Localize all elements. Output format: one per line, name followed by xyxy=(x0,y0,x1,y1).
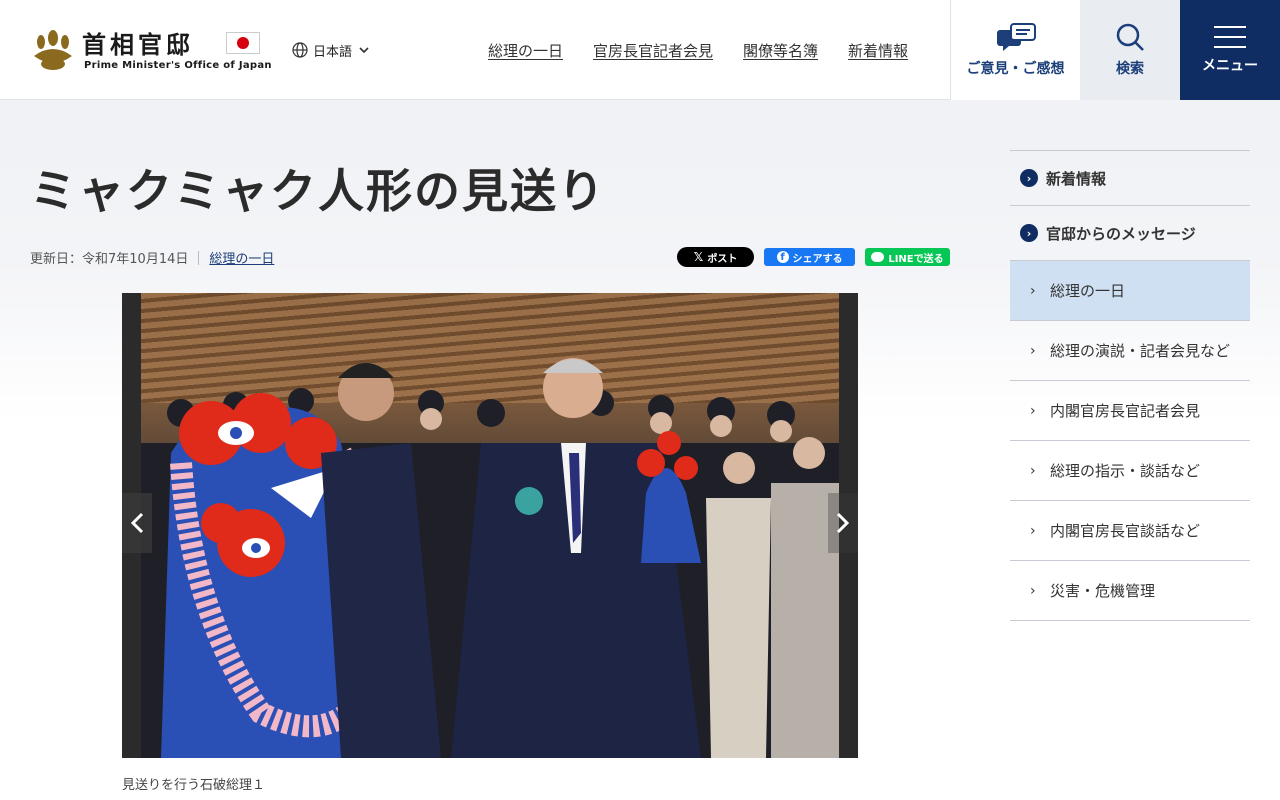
language-selector[interactable]: 日本語 xyxy=(292,40,371,60)
sidebar-item-secretary-statements[interactable]: › 内閣官房長官談話など xyxy=(1010,501,1250,561)
paulownia-emblem-icon xyxy=(34,30,72,70)
nav-link-cabinet-list[interactable]: 閣僚等名簿 xyxy=(743,40,818,61)
chevron-right-icon: › xyxy=(1030,343,1036,359)
chevron-circle-icon: › xyxy=(1020,224,1038,242)
category-link[interactable]: 総理の一日 xyxy=(209,248,274,267)
sidebar-nav: › 新着情報 › 官邸からのメッセージ › 総理の一日 › 総理の演説・記者会見… xyxy=(1010,150,1250,621)
line-icon xyxy=(871,252,885,262)
menu-label: メニュー xyxy=(1202,58,1258,74)
share-x-label: ポスト xyxy=(707,253,738,265)
hamburger-menu-icon xyxy=(1214,26,1246,48)
chevron-right-icon xyxy=(836,512,850,534)
sidebar-item-label: 官邸からのメッセージ xyxy=(1046,224,1196,243)
slider-prev-button[interactable] xyxy=(122,493,152,553)
site-logo[interactable]: 首相官邸 Prime Minister's Office of Japan xyxy=(30,28,272,72)
photo-slider xyxy=(122,293,858,758)
sidebar-item-speeches[interactable]: › 総理の演説・記者会見など xyxy=(1010,321,1250,381)
sidebar-item-label: 内閣官房長官談話など xyxy=(1050,522,1201,540)
photo-caption: 見送りを行う石破総理１ xyxy=(122,778,266,793)
chevron-right-icon: › xyxy=(1030,523,1036,539)
updated-date: 更新日：令和7年10月14日 xyxy=(30,252,189,267)
share-x-button[interactable]: 𝕏 ポスト xyxy=(677,247,754,267)
page-title: ミャクミャク人形の見送り xyxy=(30,164,606,218)
nav-link-pm-day[interactable]: 総理の一日 xyxy=(488,40,563,61)
sidebar-item-pm-day[interactable]: › 総理の一日 xyxy=(1010,261,1250,321)
sidebar-item-label: 総理の演説・記者会見など xyxy=(1050,342,1231,360)
sidebar-item-instructions[interactable]: › 総理の指示・談話など xyxy=(1010,441,1250,501)
japan-flag-icon xyxy=(226,32,260,54)
search-icon xyxy=(1116,23,1144,51)
chevron-right-icon: › xyxy=(1030,283,1036,299)
chevron-right-icon: › xyxy=(1030,463,1036,479)
share-facebook-label: シェアする xyxy=(792,253,843,265)
sidebar-item-disaster[interactable]: › 災害・危機管理 xyxy=(1010,561,1250,621)
logo-subtitle: Prime Minister's Office of Japan xyxy=(84,60,272,71)
share-line-button[interactable]: LINEで送る xyxy=(865,248,950,266)
menu-button[interactable]: メニュー xyxy=(1180,0,1280,100)
chevron-right-icon: › xyxy=(1030,403,1036,419)
chevron-circle-icon: › xyxy=(1020,169,1038,187)
sidebar-item-messages[interactable]: › 官邸からのメッセージ xyxy=(1010,206,1250,261)
feedback-button[interactable]: ご意見・ご感想 xyxy=(950,0,1080,100)
chevron-right-icon: › xyxy=(1030,583,1036,599)
sidebar-item-news[interactable]: › 新着情報 xyxy=(1010,151,1250,206)
sidebar-item-label: 総理の指示・談話など xyxy=(1050,462,1201,480)
article-meta: 更新日：令和7年10月14日 総理の一日 xyxy=(30,248,274,267)
language-label: 日本語 xyxy=(313,44,353,60)
slider-next-button[interactable] xyxy=(828,493,858,553)
search-button[interactable]: 検索 xyxy=(1080,0,1180,100)
nav-link-chief-cabinet-secretary-press[interactable]: 官房長官記者会見 xyxy=(593,40,713,61)
feedback-label: ご意見・ご感想 xyxy=(966,61,1065,77)
sidebar-item-label: 新着情報 xyxy=(1046,169,1107,188)
share-line-label: LINEで送る xyxy=(888,253,944,265)
slide-photo xyxy=(141,293,839,758)
nav-link-news[interactable]: 新着情報 xyxy=(848,40,908,61)
photo-scene xyxy=(141,358,839,758)
sidebar-item-secretary-press[interactable]: › 内閣官房長官記者会見 xyxy=(1010,381,1250,441)
sidebar-item-label: 総理の一日 xyxy=(1050,282,1126,300)
meta-divider xyxy=(198,250,200,265)
search-label: 検索 xyxy=(1116,61,1144,77)
globe-icon xyxy=(292,42,308,58)
global-nav: 総理の一日 官房長官記者会見 閣僚等名簿 新着情報 xyxy=(488,40,908,61)
sidebar-item-label: 内閣官房長官記者会見 xyxy=(1050,402,1201,420)
site-header: 首相官邸 Prime Minister's Office of Japan 日本… xyxy=(0,0,1280,100)
facebook-icon: f xyxy=(776,251,789,263)
x-logo-icon: 𝕏 xyxy=(693,250,704,264)
share-facebook-button[interactable]: f シェアする xyxy=(764,248,855,266)
logo-title: 首相官邸 xyxy=(82,31,194,59)
sidebar-item-label: 災害・危機管理 xyxy=(1050,582,1156,600)
chevron-left-icon xyxy=(130,512,144,534)
speech-bubbles-icon xyxy=(996,23,1036,51)
chevron-down-icon xyxy=(359,47,369,54)
